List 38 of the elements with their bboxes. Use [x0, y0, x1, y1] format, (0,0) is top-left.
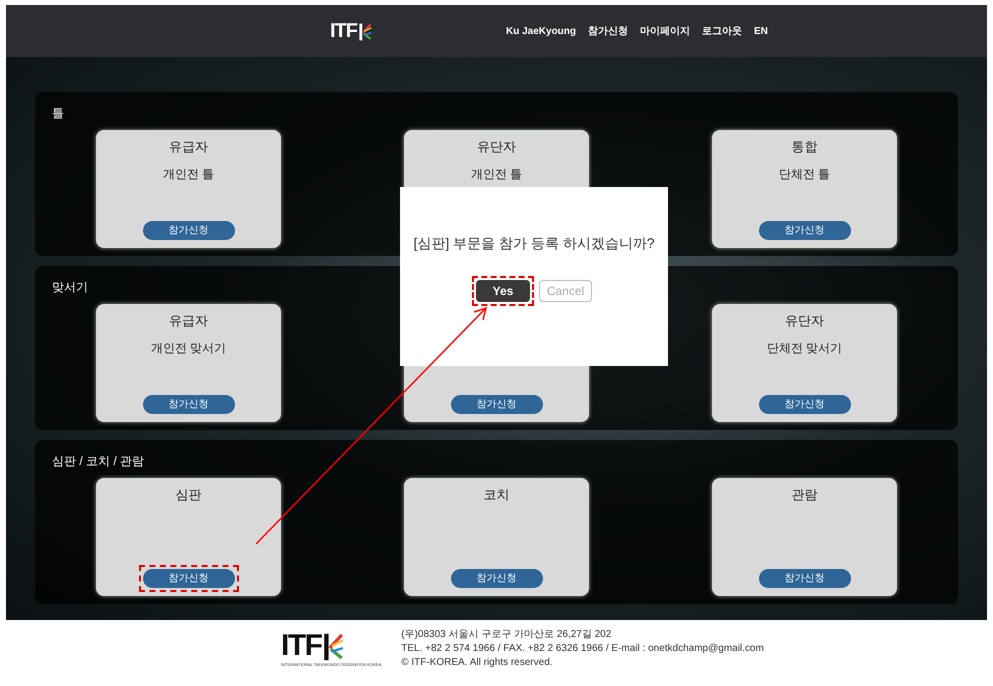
- apply-button[interactable]: 참가신청: [142, 395, 234, 414]
- apply-button[interactable]: 참가신청: [758, 395, 850, 414]
- card-title: 유급자: [169, 138, 208, 156]
- nav-link[interactable]: Ku JaeKyoung: [506, 24, 576, 38]
- card-title: 통합: [792, 138, 818, 156]
- section-title: 틀: [52, 105, 64, 122]
- logo-mark-icon: [322, 633, 344, 661]
- site-logo[interactable]: ITF: [330, 21, 357, 41]
- card-title: 유단자: [785, 312, 824, 330]
- nav-link[interactable]: 로그아웃: [702, 24, 742, 38]
- card-title: 심판: [176, 486, 202, 504]
- nav-link[interactable]: EN: [754, 24, 768, 38]
- card-subtitle: 개인전 틀: [162, 166, 214, 183]
- card-title: 코치: [484, 486, 510, 504]
- footer-text: (우)08303 서울시 구로구 가마산로 26,27길 202: [401, 628, 612, 642]
- apply-button[interactable]: 참가신청: [758, 569, 850, 588]
- footer-text: © ITF-KOREA. All rights reserved.: [401, 656, 554, 670]
- footer-logo: ITF: [281, 631, 322, 661]
- card-title: 유급자: [169, 312, 208, 330]
- footer-text: TEL. +82 2 574 1966 / FAX. +82 2 6326 1966 / E-mail : onetkdchamp@gmail.com: [401, 642, 764, 656]
- card-title: 관람: [792, 486, 818, 504]
- card-title: 유단자: [477, 138, 516, 156]
- confirm-button[interactable]: Yes: [476, 280, 530, 302]
- card-subtitle: 개인전 맞서기: [150, 340, 226, 357]
- apply-button[interactable]: 참가신청: [142, 221, 234, 240]
- nav-link[interactable]: 마이페이지: [640, 24, 690, 38]
- apply-button[interactable]: 참가신청: [142, 569, 234, 588]
- card-subtitle: 단체전 맞서기: [766, 340, 842, 357]
- apply-button[interactable]: 참가신청: [450, 569, 542, 588]
- apply-button[interactable]: 참가신청: [450, 395, 542, 414]
- section-title: 심판 / 코치 / 관람: [52, 453, 144, 470]
- logo-mark-icon: [358, 23, 372, 41]
- apply-button[interactable]: 참가신청: [758, 221, 850, 240]
- section-title: 맞서기: [52, 279, 88, 296]
- nav-link[interactable]: 참가신청: [588, 24, 628, 38]
- dialog-message: [심판] 부문을 참가 등록 하시겠습니까?: [413, 234, 655, 253]
- card-subtitle: 단체전 틀: [778, 166, 830, 183]
- card-subtitle: 개인전 틀: [470, 166, 522, 183]
